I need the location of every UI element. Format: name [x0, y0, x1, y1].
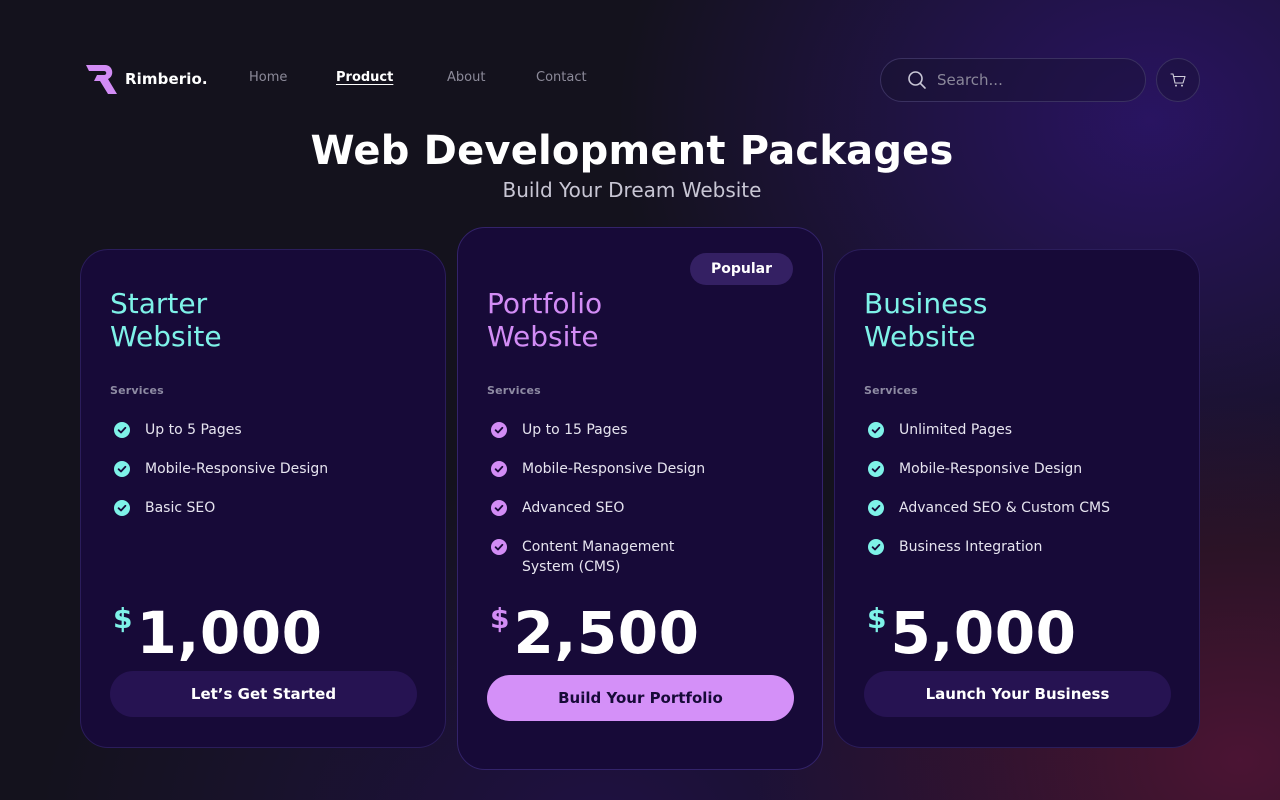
- plan-price: $ 5,000: [867, 600, 1076, 666]
- brand-logo[interactable]: Rimberio.: [84, 62, 208, 96]
- plan-title: Starter Website: [110, 287, 410, 353]
- services-label: Services: [864, 384, 918, 397]
- feature-item: Content Management System (CMS): [491, 539, 791, 577]
- check-circle-icon: [868, 422, 884, 438]
- page-subtitle: Build Your Dream Website: [502, 178, 762, 202]
- feature-item: Basic SEO: [114, 500, 414, 518]
- feature-text: Mobile-Responsive Design: [145, 461, 329, 477]
- price-amount: 1,000: [136, 599, 323, 667]
- popular-badge: Popular: [689, 253, 793, 285]
- feature-item: Up to 15 Pages: [491, 422, 791, 440]
- page-title: Web Development Packages: [310, 128, 954, 174]
- plan-title-line-1: Starter: [110, 287, 208, 320]
- feature-text: Mobile-Responsive Design: [899, 461, 1083, 477]
- nav-link-home[interactable]: Home: [249, 70, 287, 85]
- plan-card-portfolio: Popular Portfolio Website Services Up to…: [457, 227, 823, 770]
- feature-item: Advanced SEO: [491, 500, 791, 518]
- feature-text: Content Management System (CMS): [522, 539, 675, 575]
- check-circle-icon: [491, 500, 507, 516]
- plan-title-line-2: Website: [864, 320, 976, 353]
- plan-price: $ 1,000: [113, 600, 322, 666]
- check-circle-icon: [491, 539, 507, 555]
- nav-link-contact[interactable]: Contact: [536, 70, 587, 85]
- feature-text: Up to 5 Pages: [145, 422, 242, 438]
- check-circle-icon: [114, 461, 130, 477]
- feature-item: Mobile-Responsive Design: [114, 461, 414, 479]
- cart-button[interactable]: [1156, 58, 1200, 102]
- price-amount: 5,000: [890, 599, 1077, 667]
- check-circle-icon: [114, 422, 130, 438]
- plan-card-business: Business Website Services Unlimited Page…: [834, 249, 1200, 748]
- plan-price: $ 2,500: [490, 600, 699, 666]
- feature-text: Basic SEO: [145, 500, 216, 516]
- search-input[interactable]: [937, 71, 1127, 89]
- brand-name: Rimberio.: [125, 70, 208, 88]
- price-amount: 2,500: [513, 599, 700, 667]
- feature-item: Unlimited Pages: [868, 422, 1168, 440]
- currency-symbol: $: [490, 602, 510, 635]
- plan-title: Business Website: [864, 287, 1164, 353]
- plan-title-line-1: Portfolio: [487, 287, 603, 320]
- get-started-button[interactable]: Let’s Get Started: [110, 671, 417, 717]
- check-circle-icon: [114, 500, 130, 516]
- feature-text: Business Integration: [899, 539, 1043, 555]
- feature-list: Unlimited Pages Mobile-Responsive Design…: [868, 422, 1168, 578]
- feature-item: Advanced SEO & Custom CMS: [868, 500, 1168, 518]
- nav-link-product[interactable]: Product: [336, 70, 393, 85]
- feature-list: Up to 5 Pages Mobile-Responsive Design B…: [114, 422, 414, 539]
- plan-title: Portfolio Website: [487, 287, 787, 353]
- feature-text: Unlimited Pages: [899, 422, 1013, 438]
- currency-symbol: $: [113, 602, 133, 635]
- nav-link-about[interactable]: About: [447, 70, 485, 85]
- logo-mark-icon: [86, 65, 117, 94]
- check-circle-icon: [491, 461, 507, 477]
- cart-icon: [1170, 73, 1186, 87]
- launch-business-button[interactable]: Launch Your Business: [864, 671, 1171, 717]
- feature-text: Up to 15 Pages: [522, 422, 628, 438]
- plan-title-line-2: Website: [487, 320, 599, 353]
- services-label: Services: [487, 384, 541, 397]
- check-circle-icon: [868, 500, 884, 516]
- search-icon: [908, 71, 926, 89]
- feature-text: Advanced SEO: [522, 500, 625, 516]
- build-portfolio-button[interactable]: Build Your Portfolio: [487, 675, 794, 721]
- feature-text: Mobile-Responsive Design: [522, 461, 706, 477]
- feature-item: Business Integration: [868, 539, 1168, 557]
- plan-title-line-2: Website: [110, 320, 222, 353]
- plan-title-line-1: Business: [864, 287, 988, 320]
- check-circle-icon: [491, 422, 507, 438]
- feature-list: Up to 15 Pages Mobile-Responsive Design …: [491, 422, 791, 598]
- check-circle-icon: [868, 461, 884, 477]
- check-circle-icon: [868, 539, 884, 555]
- currency-symbol: $: [867, 602, 887, 635]
- feature-item: Up to 5 Pages: [114, 422, 414, 440]
- feature-text: Advanced SEO & Custom CMS: [899, 500, 1110, 516]
- feature-item: Mobile-Responsive Design: [491, 461, 791, 479]
- services-label: Services: [110, 384, 164, 397]
- plan-card-starter: Starter Website Services Up to 5 Pages M…: [80, 249, 446, 748]
- feature-item: Mobile-Responsive Design: [868, 461, 1168, 479]
- search-bar[interactable]: [880, 58, 1146, 102]
